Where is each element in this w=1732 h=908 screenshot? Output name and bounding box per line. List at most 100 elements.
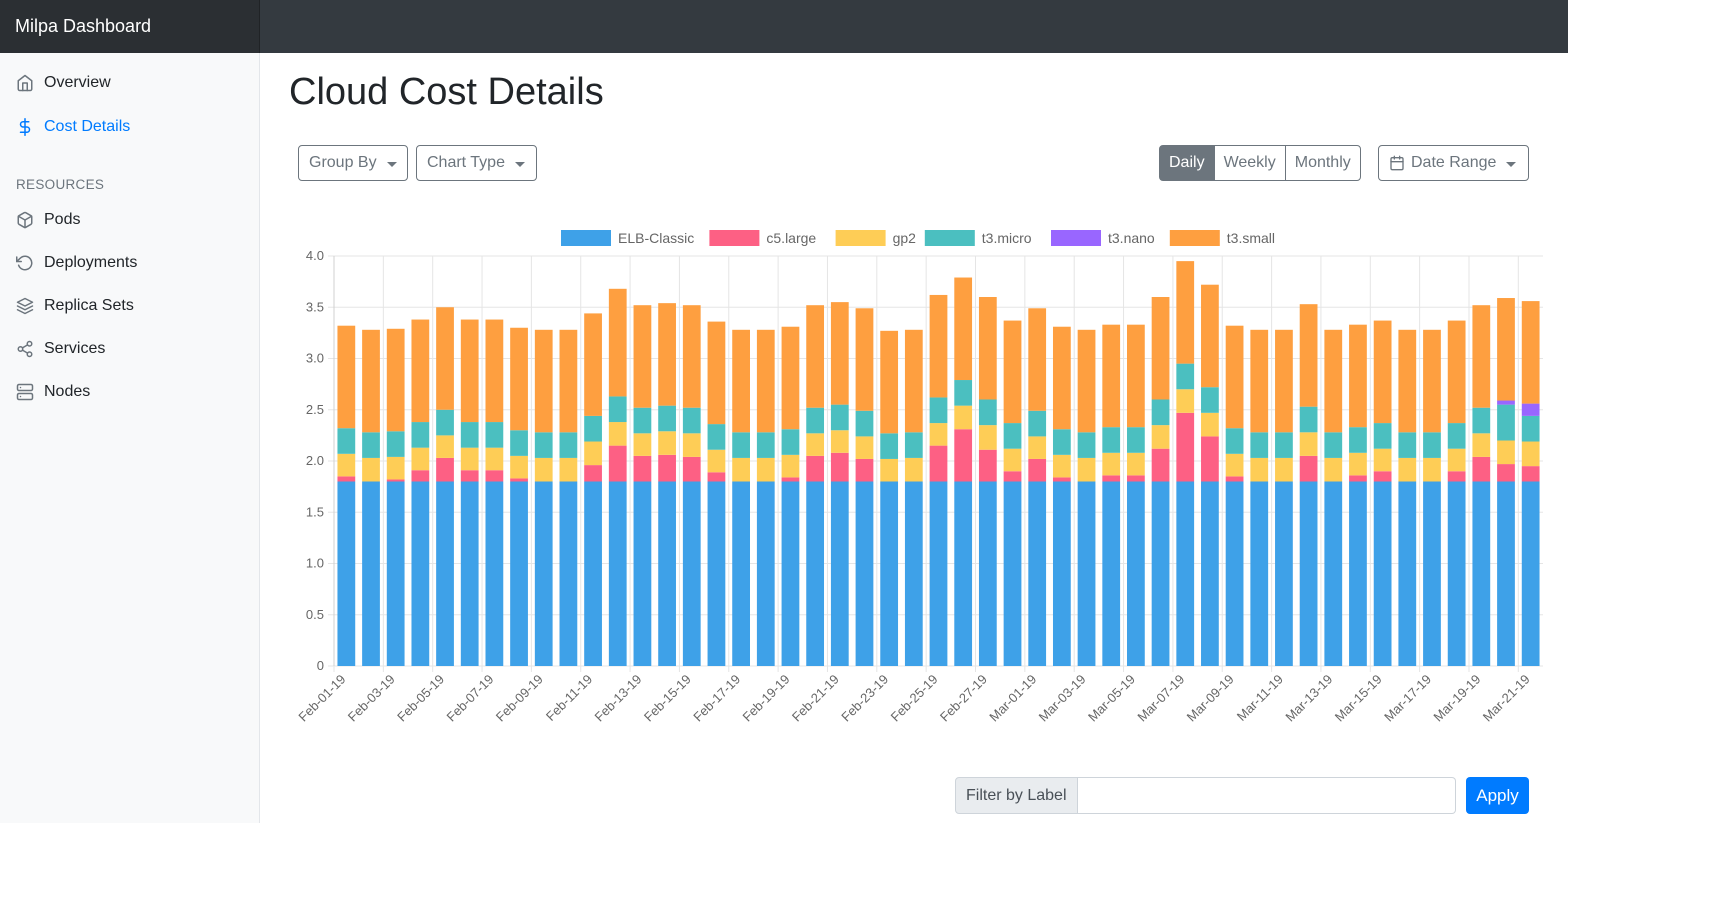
bar-segment-t3-small [855,308,874,411]
group-by-dropdown[interactable]: Group By [298,145,408,181]
bar-segment-elb-classic [1151,481,1170,666]
legend-swatch [924,230,975,246]
bar-segment-c5-large [1497,464,1515,482]
x-tick-label: Feb-01-19 [295,672,348,725]
app-brand[interactable]: Milpa Dashboard [0,0,260,53]
x-tick-label: Feb-27-19 [937,672,990,725]
bar-segment-elb-classic [386,481,405,666]
bar-segment-gp2 [732,457,750,482]
apply-button[interactable]: Apply [1466,777,1529,814]
bar-segment-elb-classic [1423,481,1441,666]
bar-segment-t3-small [756,329,775,433]
bar-segment-elb-classic [633,481,652,666]
y-tick-label: 1.5 [306,504,324,519]
sidebar-item-services[interactable]: Services [16,335,105,363]
bar-segment-elb-classic [1052,481,1071,666]
bar-segment-elb-classic [806,481,825,666]
bar-segment-t3-micro [534,432,553,458]
bar-segment-elb-classic [436,481,454,666]
bar-segment-gp2 [1052,454,1071,478]
bar-segment-elb-classic [510,481,528,666]
bar-segment-t3-small [1127,324,1145,428]
bar-segment-gp2 [1151,425,1170,449]
bar-segment-t3-small [1472,305,1491,408]
period-daily-button[interactable]: Daily [1159,145,1215,181]
y-tick-label: 0 [317,658,324,673]
bar-segment-elb-classic [855,481,874,666]
bar-segment-gp2 [633,433,652,456]
bar-segment-elb-classic [682,481,701,666]
x-tick-label: Mar-17-19 [1381,672,1434,725]
bar-segment-t3-micro [1077,432,1096,458]
chart-type-dropdown[interactable]: Chart Type [416,145,537,181]
bar-segment-gp2 [386,456,405,480]
resources-heading: RESOURCES [16,177,105,192]
bar-segment-elb-classic [485,481,504,666]
bar-segment-t3-small [1028,308,1047,411]
bar-segment-gp2 [1077,457,1096,482]
bar-segment-elb-classic [1275,481,1293,666]
bar-segment-gp2 [1324,457,1343,482]
refresh-icon [16,254,34,272]
bar-segment-c5-large [929,445,948,482]
bar-segment-t3-small [1299,304,1318,407]
bar-segment-elb-classic [1447,481,1466,666]
legend-label: t3.small [1227,230,1275,246]
period-weekly-button[interactable]: Weekly [1213,145,1286,181]
bar-segment-t3-micro [1003,423,1022,449]
bar-segment-c5-large [436,457,454,482]
filter-label-input[interactable] [1077,777,1456,814]
legend-swatch [709,230,760,246]
bar-segment-gp2 [1250,457,1269,482]
legend-label: t3.nano [1108,230,1155,246]
bar-segment-gp2 [658,431,676,455]
bar-segment-t3-small [1250,329,1269,433]
bar-segment-gp2 [806,433,825,456]
bar-segment-t3-small [584,313,602,416]
bar-segment-gp2 [904,457,923,482]
bar-segment-c5-large [1447,471,1466,482]
bar-segment-t3-small [954,277,973,381]
bar-segment-t3-micro [1275,432,1293,458]
bar-segment-gp2 [855,436,874,459]
bar-segment-elb-classic [1349,481,1367,666]
bar-segment-gp2 [1127,452,1145,476]
bar-segment-elb-classic [608,481,627,666]
bar-segment-t3-small [880,330,899,434]
bar-segment-elb-classic [1028,481,1047,666]
sidebar-item-nodes[interactable]: Nodes [16,378,90,406]
bar-segment-t3-small [1521,301,1540,404]
bar-segment-c5-large [485,470,504,482]
sidebar-item-cost-details[interactable]: Cost Details [16,113,130,141]
legend-label: ELB-Classic [618,230,694,246]
bar-segment-elb-classic [1250,481,1269,666]
bar-segment-t3-small [1225,325,1244,429]
bar-segment-t3-micro [830,404,849,431]
bar-segment-elb-classic [1398,481,1417,666]
x-tick-label: Mar-13-19 [1282,672,1335,725]
bar-segment-t3-micro [1472,407,1491,434]
bar-segment-c5-large [411,470,430,482]
home-icon [16,74,34,92]
bar-segment-gp2 [929,423,948,446]
bar-segment-t3-small [682,305,701,408]
date-range-dropdown[interactable]: Date Range [1378,145,1529,181]
bar-segment-t3-micro [1052,429,1071,455]
bar-segment-t3-small [608,288,627,397]
bar-segment-t3-micro [1398,432,1417,458]
sidebar-item-replica-sets[interactable]: Replica Sets [16,292,134,320]
bar-segment-gp2 [1003,448,1022,472]
filter-by-label: Filter by Label [955,777,1078,814]
bar-segment-t3-micro [1324,432,1343,458]
sidebar-item-pods[interactable]: Pods [16,206,80,234]
period-monthly-button[interactable]: Monthly [1284,145,1361,181]
sidebar-item-overview[interactable]: Overview [16,69,111,97]
x-tick-label: Mar-07-19 [1134,672,1187,725]
bar-segment-t3-micro [929,397,948,424]
sidebar-item-deployments[interactable]: Deployments [16,249,137,277]
caret-down-icon [1506,161,1517,167]
bar-segment-gp2 [781,454,800,478]
bar-segment-t3-micro [1250,432,1269,458]
bar-segment-t3-micro [1299,406,1318,433]
bar-segment-gp2 [436,435,454,458]
